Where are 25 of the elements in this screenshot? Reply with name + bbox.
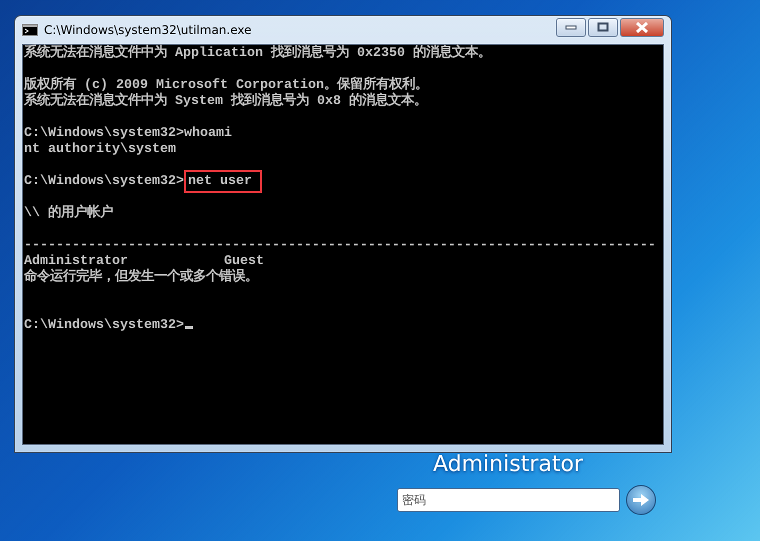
console-icon xyxy=(22,24,38,36)
submit-button[interactable] xyxy=(626,485,656,515)
maximize-button[interactable] xyxy=(588,18,618,36)
console-prompt: C:\Windows\system32> xyxy=(24,174,184,189)
console-command: whoami xyxy=(184,126,232,141)
console-text: Guest xyxy=(224,254,265,269)
arrow-icon xyxy=(632,493,650,507)
maximize-icon xyxy=(597,22,609,32)
close-icon xyxy=(635,22,649,32)
console-text: 版权所有 (c) 2009 Microsoft Corporation。保留所有权利。 xyxy=(24,78,428,93)
console-text: Administrator xyxy=(24,254,129,269)
console-prompt: C:\Windows\system32> xyxy=(24,318,184,333)
console-text: 系统无法在消息文件中为 System 找到消息号为 0x8 的消息文本。 xyxy=(24,94,427,109)
console-text: 命令运行完毕，但发生一个或多个错误。 xyxy=(24,270,258,285)
console-prompt: C:\Windows\system32> xyxy=(24,126,184,141)
console-text: 系统无法在消息文件中为 Application 找到消息号为 0x2350 的消息文本。 xyxy=(24,46,491,61)
user-name: Administrator xyxy=(433,452,583,477)
close-button[interactable] xyxy=(620,18,664,36)
console-text: \\ 的用户帐户 xyxy=(24,206,113,221)
minimize-button[interactable] xyxy=(556,18,586,36)
password-field[interactable]: 密码 xyxy=(397,488,620,512)
console-text: nt authority\system xyxy=(24,142,176,157)
console-text: ------------------------------------------------------------------------------- xyxy=(24,238,656,253)
window-title: C:\Windows\system32\utilman.exe xyxy=(44,23,252,37)
minimize-icon xyxy=(565,24,577,30)
